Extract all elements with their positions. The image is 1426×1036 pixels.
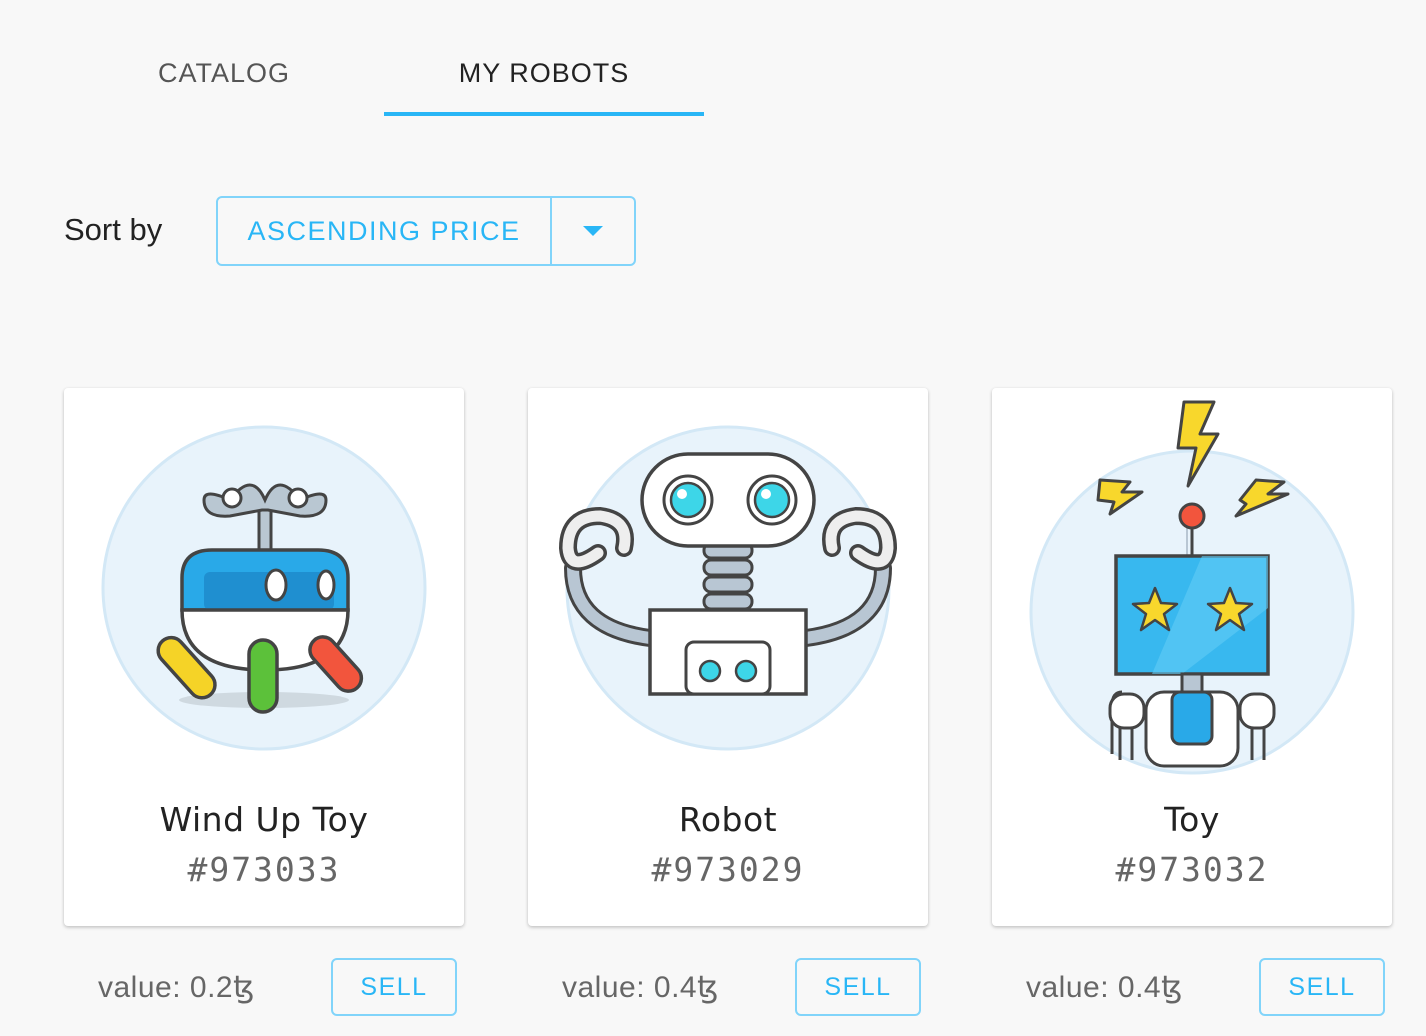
active-tab-indicator xyxy=(384,112,704,116)
robot-value-row: value: 0.2ꜩ SELL xyxy=(64,958,464,1018)
robot-value: value: 0.4ꜩ xyxy=(1026,971,1183,1004)
tab-catalog[interactable]: CATALOG xyxy=(64,30,384,116)
robot-name: Robot xyxy=(678,800,778,839)
sell-button[interactable]: SELL xyxy=(795,958,921,1016)
robot-card[interactable]: Wind Up Toy #973033 xyxy=(64,388,464,926)
caret-down-icon xyxy=(583,226,603,236)
tab-bar: CATALOG MY ROBOTS xyxy=(64,30,704,116)
wind-up-toy-robot-icon xyxy=(101,425,427,751)
robot-name: Wind Up Toy xyxy=(159,800,369,839)
robot-card[interactable]: Toy #973032 xyxy=(992,388,1392,926)
sort-label: Sort by xyxy=(64,212,163,247)
robot-name: Toy xyxy=(1164,800,1220,839)
tab-my-robots[interactable]: MY ROBOTS xyxy=(384,30,704,116)
robot-value: value: 0.4ꜩ xyxy=(562,971,719,1004)
sell-button[interactable]: SELL xyxy=(331,958,457,1016)
toy-robot-icon xyxy=(1029,400,1355,775)
sell-button[interactable]: SELL xyxy=(1259,958,1385,1016)
sort-dropdown[interactable]: ASCENDING PRICE xyxy=(216,196,636,266)
robot-id: #973029 xyxy=(651,850,805,889)
sort-selected-value[interactable]: ASCENDING PRICE xyxy=(218,198,552,264)
robot-value-row: value: 0.4ꜩ SELL xyxy=(992,958,1392,1018)
robot-icon xyxy=(558,425,898,751)
robot-value: value: 0.2ꜩ xyxy=(98,971,255,1004)
robot-card[interactable]: Robot #973029 xyxy=(528,388,928,926)
robot-id: #973033 xyxy=(187,850,341,889)
robot-value-row: value: 0.4ꜩ SELL xyxy=(528,958,928,1018)
dropdown-toggle-button[interactable] xyxy=(552,198,634,264)
robot-id: #973032 xyxy=(1115,850,1269,889)
